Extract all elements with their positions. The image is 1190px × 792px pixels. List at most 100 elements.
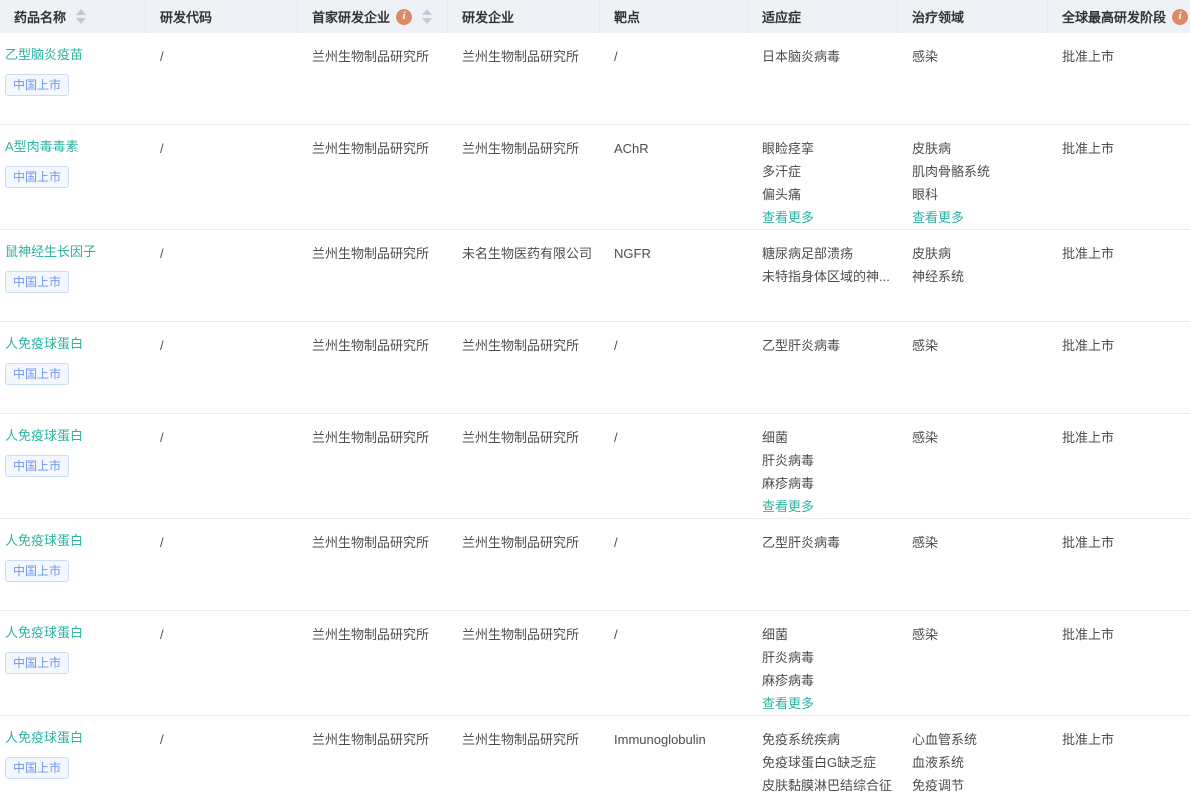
target-cell: / [600, 414, 748, 518]
drug-name-link[interactable]: A型肉毒毒素 [5, 137, 138, 157]
column-header-label: 首家研发企业 [312, 10, 391, 25]
indications-cell: 乙型肝炎病毒 [748, 322, 898, 413]
view-more-link[interactable]: 查看更多 [762, 206, 890, 229]
indications-item: 乙型肝炎病毒 [762, 535, 841, 550]
stage-value: 批准上市 [1062, 535, 1115, 550]
rd-code-value: / [160, 732, 164, 747]
target-cell: NGFR [600, 230, 748, 321]
rd-code-value: / [160, 246, 164, 261]
rd-code-value: / [160, 535, 164, 550]
stage-cell: 批准上市 [1048, 716, 1190, 792]
target-value: / [614, 430, 618, 445]
drug-name-link[interactable]: 鼠神经生长因子 [5, 242, 138, 262]
indications-item: 麻疹病毒 [762, 673, 815, 688]
info-icon[interactable] [1172, 8, 1189, 25]
first-company-value: 兰州生物制品研究所 [312, 732, 430, 747]
first-company-value: 兰州生物制品研究所 [312, 627, 430, 642]
company-value: 兰州生物制品研究所 [462, 141, 580, 156]
indications-item: 细菌 [762, 627, 789, 642]
target-value: / [614, 49, 618, 64]
rd-code-value: / [160, 49, 164, 64]
drug-name-link[interactable]: 人免疫球蛋白 [5, 531, 138, 551]
areas-cell: 感染 [898, 414, 1048, 518]
sort-asc-caret-icon[interactable] [422, 9, 433, 15]
indications-cell: 糖尿病足部溃疡 未特指身体区域的神... [748, 230, 898, 321]
first-company-value: 兰州生物制品研究所 [312, 338, 430, 353]
first-company-cell: 兰州生物制品研究所 [298, 33, 448, 124]
first-company-cell: 兰州生物制品研究所 [298, 125, 448, 229]
first-company-value: 兰州生物制品研究所 [312, 430, 430, 445]
target-cell: / [600, 519, 748, 610]
company-cell: 兰州生物制品研究所 [448, 519, 600, 610]
view-more-link[interactable]: 查看更多 [762, 692, 890, 715]
drug-name-link[interactable]: 乙型脑炎疫苗 [5, 45, 138, 65]
column-header-3: 研发企业 [448, 0, 600, 33]
rd-code-cell: / [146, 230, 298, 321]
stage-cell: 批准上市 [1048, 611, 1190, 715]
sort-icon[interactable] [76, 9, 87, 24]
china-listed-badge: 中国上市 [5, 166, 70, 188]
sort-asc-caret-icon[interactable] [76, 9, 87, 15]
areas-item: 皮肤病 [912, 141, 952, 156]
areas-item: 感染 [912, 627, 939, 642]
china-listed-badge: 中国上市 [5, 271, 70, 293]
china-listed-badge: 中国上市 [5, 74, 70, 96]
drug-name-cell: 乙型脑炎疫苗 中国上市 [0, 33, 146, 124]
indications-item: 细菌 [762, 430, 789, 445]
company-value: 兰州生物制品研究所 [462, 338, 580, 353]
target-value: / [614, 627, 618, 642]
drug-name-cell: 鼠神经生长因子 中国上市 [0, 230, 146, 321]
column-header-label: 适应症 [762, 10, 802, 25]
areas-cell: 感染 [898, 33, 1048, 124]
company-cell: 兰州生物制品研究所 [448, 125, 600, 229]
drug-name-link[interactable]: 人免疫球蛋白 [5, 426, 138, 446]
first-company-value: 兰州生物制品研究所 [312, 49, 430, 64]
areas-item: 感染 [912, 430, 939, 445]
company-value: 兰州生物制品研究所 [462, 535, 580, 550]
areas-cell: 皮肤病 神经系统 [898, 230, 1048, 321]
column-header-0[interactable]: 药品名称 [0, 0, 146, 33]
china-listed-badge: 中国上市 [5, 363, 70, 385]
areas-item: 心血管系统 [912, 732, 978, 747]
first-company-cell: 兰州生物制品研究所 [298, 230, 448, 321]
stage-value: 批准上市 [1062, 338, 1115, 353]
table-row: 人免疫球蛋白 中国上市 / 兰州生物制品研究所 兰州生物制品研究所 / 乙型肝炎… [0, 519, 1190, 611]
column-header-6: 治疗领域 [898, 0, 1048, 33]
drug-name-cell: 人免疫球蛋白 中国上市 [0, 519, 146, 610]
target-cell: / [600, 33, 748, 124]
stage-cell: 批准上市 [1048, 322, 1190, 413]
areas-cell: 感染 [898, 519, 1048, 610]
table-row: 鼠神经生长因子 中国上市 / 兰州生物制品研究所 未名生物医药有限公司 NGFR… [0, 230, 1190, 322]
column-header-4: 靶点 [600, 0, 748, 33]
indications-cell: 乙型肝炎病毒 [748, 519, 898, 610]
china-listed-badge: 中国上市 [5, 652, 70, 674]
view-more-link[interactable]: 查看更多 [762, 495, 890, 518]
column-header-label: 研发代码 [160, 10, 213, 25]
sort-desc-caret-icon[interactable] [422, 18, 433, 24]
sort-desc-caret-icon[interactable] [76, 18, 87, 24]
company-cell: 兰州生物制品研究所 [448, 716, 600, 792]
sort-icon[interactable] [422, 9, 433, 24]
rd-code-value: / [160, 338, 164, 353]
company-value: 未名生物医药有限公司 [462, 246, 593, 261]
stage-cell: 批准上市 [1048, 519, 1190, 610]
company-cell: 兰州生物制品研究所 [448, 33, 600, 124]
stage-value: 批准上市 [1062, 430, 1115, 445]
rd-code-cell: / [146, 716, 298, 792]
areas-cell: 感染 [898, 611, 1048, 715]
company-cell: 兰州生物制品研究所 [448, 414, 600, 518]
column-header-2[interactable]: 首家研发企业 [298, 0, 448, 33]
drug-name-link[interactable]: 人免疫球蛋白 [5, 334, 138, 354]
view-more-link[interactable]: 查看更多 [912, 206, 1040, 229]
first-company-cell: 兰州生物制品研究所 [298, 716, 448, 792]
info-icon[interactable] [396, 8, 413, 25]
drug-name-link[interactable]: 人免疫球蛋白 [5, 623, 138, 643]
first-company-value: 兰州生物制品研究所 [312, 141, 430, 156]
stage-value: 批准上市 [1062, 141, 1115, 156]
indications-item: 多汗症 [762, 164, 802, 179]
drug-name-link[interactable]: 人免疫球蛋白 [5, 728, 138, 748]
stage-value: 批准上市 [1062, 627, 1115, 642]
company-cell: 未名生物医药有限公司 [448, 230, 600, 321]
china-listed-badge: 中国上市 [5, 455, 70, 477]
areas-cell: 皮肤病 肌肉骨骼系统 眼科 查看更多 [898, 125, 1048, 229]
